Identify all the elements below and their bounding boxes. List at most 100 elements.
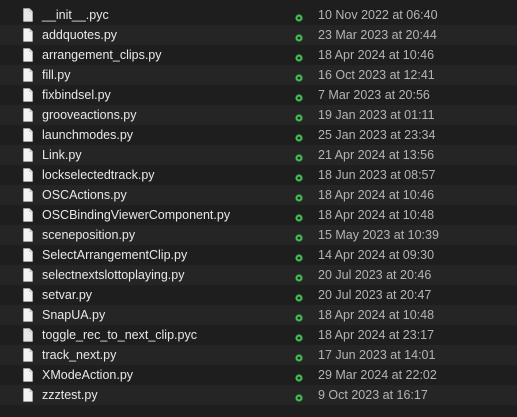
python-file-icon (23, 268, 33, 282)
file-name: lockselectedtrack.py (42, 168, 155, 182)
date-modified: 9 Oct 2023 at 16:17 (318, 388, 428, 402)
python-file-icon (23, 228, 33, 242)
date-modified: 29 Mar 2024 at 22:02 (318, 368, 437, 382)
file-name: SnapUA.py (42, 308, 106, 322)
file-row[interactable]: zzztest.py 9 Oct 2023 at 16:17 (0, 385, 517, 405)
file-name: Link.py (42, 148, 82, 162)
python-file-icon (23, 168, 33, 182)
file-row[interactable]: __init__.py​c 10 Nov 2022 at 06:40 (0, 5, 517, 25)
python-file-icon (23, 288, 33, 302)
file-row[interactable]: XModeAction.py 29 Mar 2024 at 22:02 (0, 365, 517, 385)
python-file-icon (23, 308, 33, 322)
file-row[interactable]: Link.py 21 Apr 2024 at 13:56 (0, 145, 517, 165)
file-name: zzztest.py (42, 388, 98, 402)
file-name: launchmodes.py (42, 128, 134, 142)
synced-checkmark-icon (295, 151, 303, 162)
file-name: setvar.py (42, 288, 93, 302)
synced-checkmark-icon (295, 91, 303, 102)
date-modified: 19 Jan 2023 at 01:11 (318, 108, 435, 122)
synced-checkmark-icon (295, 271, 303, 282)
python-file-icon (23, 348, 33, 362)
python-file-icon (23, 248, 33, 262)
file-name: toggle_rec_to_next_clip.pyc (42, 328, 197, 342)
date-modified: 18 Apr 2024 at 10:46 (318, 188, 435, 202)
synced-checkmark-icon (295, 251, 303, 262)
file-row[interactable]: launchmodes.py 25 Jan 2023 at 23:34 (0, 125, 517, 145)
python-file-icon (23, 28, 33, 42)
file-name: OSCBindingViewerComponent.py (42, 208, 231, 222)
file-row[interactable]: selectnextslottoplaying.py 20 Jul 2023 a… (0, 265, 517, 285)
python-file-icon (23, 148, 33, 162)
file-name: arrangement_clips.py (42, 48, 162, 62)
file-row[interactable]: fill.py 16 Oct 2023 at 12:41 (0, 65, 517, 85)
file-name: fixbindsel.py (42, 88, 111, 102)
date-modified: 17 Jun 2023 at 14:01 (318, 348, 436, 362)
file-row[interactable]: SnapUA.py 18 Apr 2024 at 10:48 (0, 305, 517, 325)
python-file-icon (23, 388, 33, 402)
file-name: track_next.py (42, 348, 117, 362)
synced-checkmark-icon (295, 371, 303, 382)
file-row[interactable]: setvar.py 20 Jul 2023 at 20:47 (0, 285, 517, 305)
file-name: XModeAction.py (42, 368, 134, 382)
date-modified: 18 Apr 2024 at 10:48 (318, 208, 435, 222)
synced-checkmark-icon (295, 331, 303, 342)
file-name: fill.py (42, 68, 71, 82)
file-row[interactable]: toggle_rec_to_next_clip.pyc 18 Apr 2024 … (0, 325, 517, 345)
python-file-icon (23, 68, 33, 82)
file-row[interactable]: arrangement_clips.py 18 Apr 2024 at 10:4… (0, 45, 517, 65)
file-name: OSCActions.py (42, 188, 127, 202)
date-modified: 7 Mar 2023 at 20:56 (318, 88, 430, 102)
synced-checkmark-icon (295, 51, 303, 62)
file-row[interactable]: addquotes.py 23 Mar 2023 at 20:44 (0, 25, 517, 45)
synced-checkmark-icon (295, 111, 303, 122)
file-row[interactable]: lockselectedtrack.py 18 Jun 2023 at 08:5… (0, 165, 517, 185)
python-file-icon (23, 368, 33, 382)
python-file-icon (23, 108, 33, 122)
file-name: addquotes.py (42, 28, 118, 42)
pyc-file-icon (23, 8, 33, 22)
synced-checkmark-icon (295, 131, 303, 142)
synced-checkmark-icon (295, 191, 303, 202)
date-modified: 16 Oct 2023 at 12:41 (318, 68, 435, 82)
synced-checkmark-icon (295, 31, 303, 42)
date-modified: 14 Apr 2024 at 09:30 (318, 248, 435, 262)
date-modified: 25 Jan 2023 at 23:34 (318, 128, 436, 142)
date-modified: 18 Apr 2024 at 23:17 (318, 328, 435, 342)
file-list: __init__.py​c 10 Nov 2022 at 06:40 addqu… (0, 5, 517, 405)
file-row[interactable]: fixbindsel.py 7 Mar 2023 at 20:56 (0, 85, 517, 105)
date-modified: 18 Apr 2024 at 10:48 (318, 308, 435, 322)
python-file-icon (23, 88, 33, 102)
file-name: grooveactions.py (42, 108, 137, 122)
file-name: __init__.py​c (42, 8, 109, 22)
file-row[interactable]: sceneposition.py 15 May 2023 at 10:39 (0, 225, 517, 245)
synced-checkmark-icon (295, 291, 303, 302)
date-modified: 15 May 2023 at 10:39 (318, 228, 439, 242)
synced-checkmark-icon (295, 391, 303, 402)
date-modified: 18 Jun 2023 at 08:57 (318, 168, 436, 182)
date-modified: 23 Mar 2023 at 20:44 (318, 28, 437, 42)
synced-checkmark-icon (295, 311, 303, 322)
file-row[interactable]: OSCBindingViewerComponent.py 18 Apr 2024… (0, 205, 517, 225)
synced-checkmark-icon (295, 351, 303, 362)
file-row[interactable]: track_next.py 17 Jun 2023 at 14:01 (0, 345, 517, 365)
python-file-icon (23, 188, 33, 202)
python-file-icon (23, 128, 33, 142)
date-modified: 20 Jul 2023 at 20:46 (318, 268, 432, 282)
date-modified: 21 Apr 2024 at 13:56 (318, 148, 435, 162)
file-name: sceneposition.py (42, 228, 136, 242)
date-modified: 10 Nov 2022 at 06:40 (318, 8, 438, 22)
date-modified: 18 Apr 2024 at 10:46 (318, 48, 435, 62)
synced-checkmark-icon (295, 211, 303, 222)
python-file-icon (23, 48, 33, 62)
pyc-file-icon (23, 328, 33, 342)
file-row[interactable]: SelectArrangementClip.py 14 Apr 2024 at … (0, 245, 517, 265)
file-row[interactable]: grooveactions.py 19 Jan 2023 at 01:11 (0, 105, 517, 125)
file-name: SelectArrangementClip.py (42, 248, 188, 262)
file-row[interactable]: OSCActions.py 18 Apr 2024 at 10:46 (0, 185, 517, 205)
python-file-icon (23, 208, 33, 222)
synced-checkmark-icon (295, 171, 303, 182)
synced-checkmark-icon (295, 11, 303, 22)
synced-checkmark-icon (295, 231, 303, 242)
file-name: selectnextslottoplaying.py (42, 268, 185, 282)
synced-checkmark-icon (295, 71, 303, 82)
